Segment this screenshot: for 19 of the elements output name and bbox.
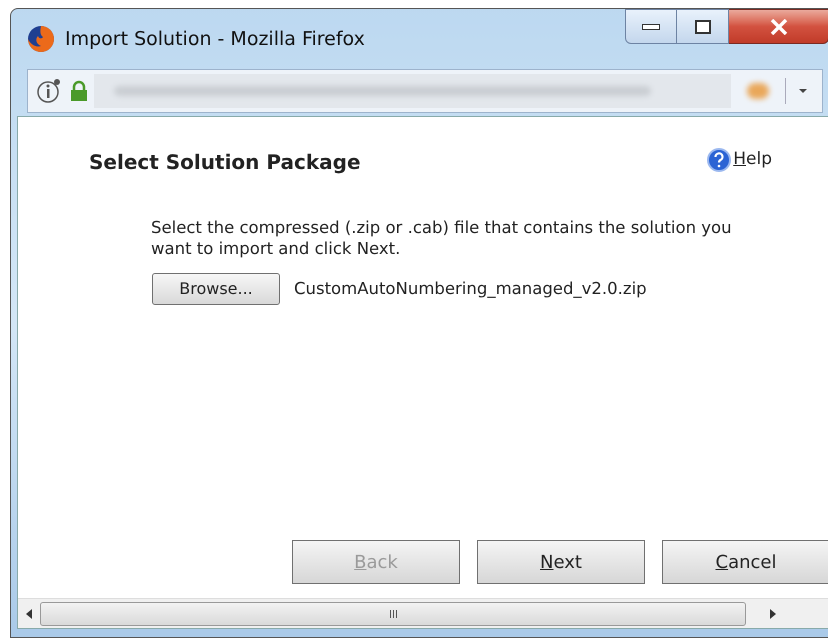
close-icon — [770, 18, 788, 34]
page-heading: Select Solution Package — [89, 149, 361, 176]
minimize-button[interactable] — [625, 9, 677, 44]
dialog-button[interactable]: Cancel — [662, 540, 828, 584]
maximize-button[interactable] — [677, 9, 729, 44]
instructions-text: Select the compressed (.zip or .cab) file that contains the solution you want to import and click Next. — [151, 217, 733, 259]
window-title: Import Solution - Mozilla Firefox — [65, 26, 365, 52]
url-field[interactable] — [94, 74, 731, 108]
help-icon — [707, 148, 732, 172]
scroll-left-icon[interactable] — [24, 608, 34, 620]
close-button[interactable] — [729, 9, 828, 44]
dialog-button[interactable]: Next — [477, 540, 645, 584]
browse-button[interactable]: Browse... — [152, 273, 280, 305]
help-link[interactable]: Help — [707, 147, 772, 172]
file-name: CustomAutoNumbering_managed_v2.0.zip — [294, 278, 647, 300]
scroll-right-icon[interactable] — [768, 608, 778, 620]
scrollbar-thumb[interactable] — [40, 602, 746, 626]
lock-icon — [70, 80, 88, 102]
browser-logo-icon — [27, 25, 55, 53]
